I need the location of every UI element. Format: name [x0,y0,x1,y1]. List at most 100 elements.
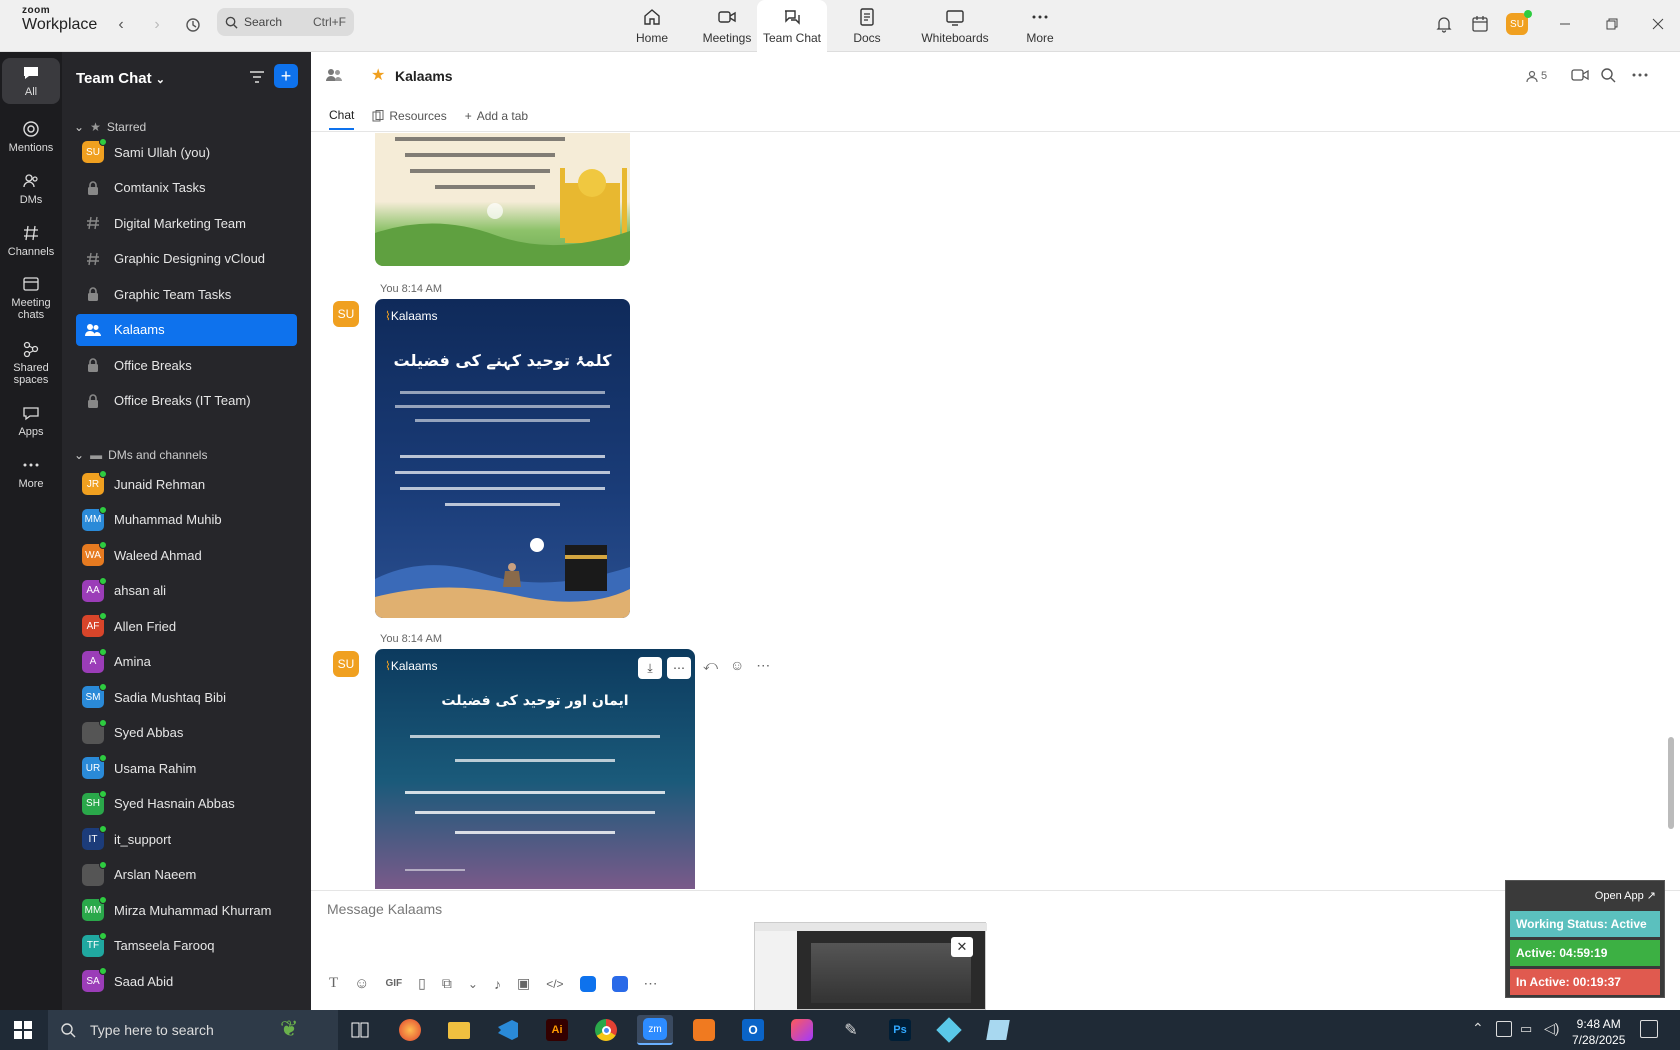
taskbar-search[interactable]: Type here to search ❦ [48,1010,338,1050]
vscode-icon[interactable] [490,1015,526,1045]
screen-preview-thumbnail[interactable]: ✕ [754,922,987,1011]
tab-team-chat[interactable]: Team Chat [757,0,827,52]
tray-app-icon[interactable] [1496,1021,1512,1037]
pen-tool-icon[interactable]: ✎ [833,1015,869,1045]
windows-start-icon[interactable] [14,1021,32,1042]
dm-item-usama-rahim[interactable]: UR Usama Rahim [76,752,297,784]
sidebar-item-digital-marketing-team[interactable]: Digital Marketing Team [76,207,297,239]
gif-icon[interactable]: GIF [386,978,403,989]
creative-cloud-icon[interactable] [784,1015,820,1045]
dms-section[interactable]: ⌄ ▬ DMs and channels [74,448,207,462]
tab-meetings[interactable]: Meetings [690,0,764,52]
tray-clock[interactable]: 9:48 AM 7/28/2025 [1572,1016,1625,1048]
outlook-icon[interactable]: O [735,1015,771,1045]
sidebar-item-graphic-team-tasks[interactable]: Graphic Team Tasks [76,278,297,310]
restore-icon[interactable] [1597,12,1627,36]
tab-resources[interactable]: Resources [372,108,447,130]
sidebar-title[interactable]: Team Chat ⌄ [76,70,165,87]
zoom-taskbar-icon[interactable]: zm [637,1015,673,1045]
reply-icon[interactable]: ⤺ [703,657,718,674]
starred-section[interactable]: ⌄ ★ Starred [74,120,146,134]
app-icon-blue-2[interactable] [611,975,628,992]
dm-item-junaid-rehman[interactable]: JR Junaid Rehman [76,468,297,500]
rail-mentions[interactable]: Mentions [2,114,60,160]
rail-dms[interactable]: DMs [2,166,60,212]
search-input[interactable]: Search Ctrl+F [217,8,354,36]
emoji-react-icon[interactable]: ☺ [730,657,744,674]
rail-more[interactable]: More [2,450,60,496]
rail-all[interactable]: All [2,58,60,104]
dm-item-syed-hasnain-abbas[interactable]: SH Syed Hasnain Abbas [76,788,297,820]
firefox-icon[interactable] [392,1015,428,1045]
text-format-icon[interactable]: T [329,975,338,992]
tray-chevron-icon[interactable]: ⌃ [1472,1020,1484,1037]
message-image[interactable]: ⌇Kalaams ایمان اور توحید کی فضیلت ⤓ ⋯ [375,649,695,889]
dm-item-tamseela-farooq[interactable]: TF Tamseela Farooq [76,930,297,962]
message-more-icon[interactable]: ⋯ [756,657,770,674]
back-arrow-icon[interactable]: ‹ [108,12,134,38]
dm-item-it-support[interactable]: IT it_support [76,823,297,855]
rail-shared-spaces[interactable]: Shared spaces [2,334,60,392]
message-avatar[interactable]: SU [333,651,359,677]
message-image[interactable]: ⌇Kalaams کلمۂ توحید کہنے کی فضیلت [375,299,630,618]
more-dots-icon[interactable]: ⋯ [644,975,658,992]
dm-item-muhammad-muhib[interactable]: MM Muhammad Muhib [76,504,297,536]
app-notepad-icon[interactable] [980,1015,1016,1045]
sidebar-item-graphic-designing-vcloud[interactable]: Graphic Designing vCloud [76,243,297,275]
chat-title[interactable]: Kalaams [395,68,453,84]
rail-meeting-chats[interactable]: Meeting chats [2,270,60,326]
rail-channels[interactable]: Channels [2,218,60,264]
illustrator-icon[interactable]: Ai [539,1015,575,1045]
more-options-icon[interactable] [1631,67,1649,86]
search-icon[interactable] [1600,67,1616,86]
user-avatar[interactable]: SU [1502,10,1532,36]
photoshop-icon[interactable]: Ps [882,1015,918,1045]
app-icon-blue[interactable] [579,975,596,992]
dm-item-mirza-muhammad-khurram[interactable]: MM Mirza Muhammad Khurram [76,894,297,926]
dm-item-amina[interactable]: A Amina [76,646,297,678]
message-input[interactable]: Message Kalaams [327,901,442,917]
screenshot-icon[interactable]: ⧉ [442,975,452,992]
notifications-icon[interactable] [1640,1020,1658,1038]
network-icon[interactable]: ▭ [1520,1021,1532,1037]
open-app-link[interactable]: Open App ↗ [1595,889,1656,902]
close-window-icon[interactable] [1643,12,1673,36]
tab-home[interactable]: Home [622,0,682,52]
members-button[interactable]: 5 [1526,70,1547,82]
tab-chat[interactable]: Chat [329,108,355,130]
chrome-icon[interactable] [588,1015,624,1045]
filter-icon[interactable] [246,66,268,88]
history-icon[interactable] [180,12,206,38]
dm-item-allen-fried[interactable]: AF Allen Fried [76,610,297,642]
dm-item-saad-abid[interactable]: SA Saad Abid [76,965,297,997]
scrollbar-thumb[interactable] [1668,737,1674,829]
xampp-icon[interactable] [686,1015,722,1045]
tab-more[interactable]: More [1010,0,1070,52]
emoji-icon[interactable]: ☺ [354,975,369,992]
sidebar-item-office-breaks[interactable]: Office Breaks [76,349,297,381]
image-more-icon[interactable]: ⋯ [667,657,691,679]
bell-icon[interactable] [1429,12,1459,36]
rail-apps[interactable]: Apps [2,398,60,444]
starred-star-icon[interactable]: ★ [371,65,385,85]
sidebar-item-office-breaks-it-team[interactable]: Office Breaks (IT Team) [76,385,297,417]
dm-item-waleed-ahmad[interactable]: WA Waleed Ahmad [76,539,297,571]
dm-item-sadia-mushtaq-bibi[interactable]: SM Sadia Mushtaq Bibi [76,681,297,713]
chevron-down-icon[interactable]: ⌄ [468,977,478,991]
microphone-icon[interactable]: ♪ [494,976,501,992]
dm-item-ahsan-ali[interactable]: AA ahsan ali [76,575,297,607]
volume-icon[interactable]: ◁) [1544,1020,1559,1037]
dm-item-syed-abbas[interactable]: Syed Abbas [76,717,297,749]
dm-item-arslan-naeem[interactable]: Arslan Naeem [76,859,297,891]
close-preview-icon[interactable]: ✕ [951,937,973,957]
new-chat-button[interactable]: + [274,64,298,88]
add-tab-button[interactable]: + Add a tab [465,108,528,130]
tab-docs[interactable]: Docs [835,0,899,52]
tab-whiteboards[interactable]: Whiteboards [910,0,1000,52]
sidebar-item-kalaams[interactable]: Kalaams [76,313,297,346]
calendar-icon[interactable] [1465,12,1495,36]
message-image-partial[interactable] [375,133,630,266]
forward-arrow-icon[interactable]: › [144,12,170,38]
sidebar-item-comtanix-tasks[interactable]: Comtanix Tasks [76,172,297,204]
minimize-icon[interactable] [1550,12,1580,36]
